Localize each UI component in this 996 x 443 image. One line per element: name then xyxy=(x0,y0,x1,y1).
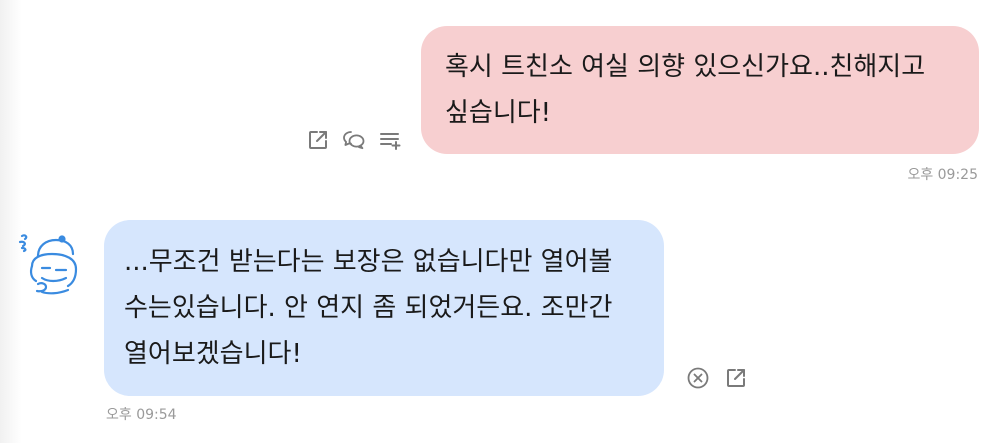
share-icon[interactable] xyxy=(306,128,330,152)
received-message-timestamp: 오후 09:54 xyxy=(106,407,177,423)
add-to-list-icon[interactable] xyxy=(378,128,402,152)
sent-message-timestamp: 오후 09:25 xyxy=(907,167,978,183)
chat-thread: 혹시 트친소 여실 의향 있으신가요..친해지고 싶습니다! 오후 09:25 … xyxy=(0,0,996,443)
close-circle-icon[interactable] xyxy=(686,366,710,390)
sent-message-bubble[interactable]: 혹시 트친소 여실 의향 있으신가요..친해지고 싶습니다! xyxy=(421,26,979,154)
received-message-bubble[interactable]: ...무조건 받는다는 보장은 없습니다만 열어볼 수는있습니다. 안 연지 좀… xyxy=(104,220,664,396)
received-message-actions xyxy=(686,366,748,390)
sent-message-actions xyxy=(306,128,402,152)
share-icon[interactable] xyxy=(724,366,748,390)
comment-icon[interactable] xyxy=(342,128,366,152)
doodle-avatar-icon[interactable] xyxy=(18,222,84,302)
